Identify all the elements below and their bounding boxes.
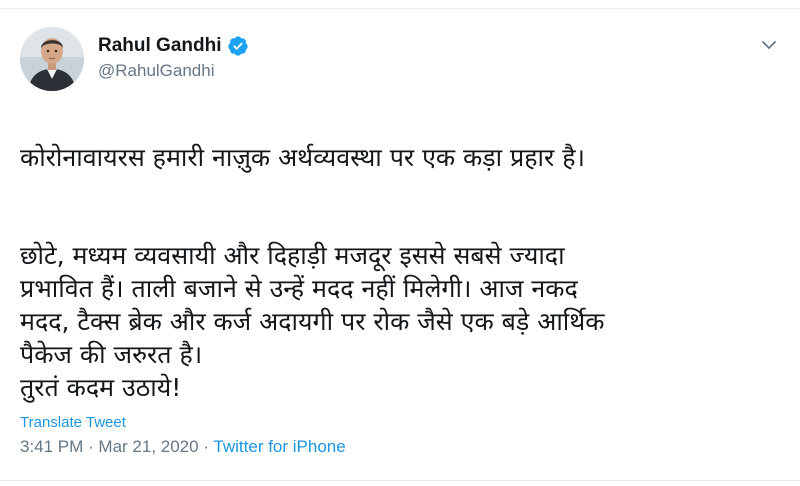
bottom-divider bbox=[0, 480, 800, 481]
avatar-image bbox=[20, 27, 84, 91]
tweet-metadata: 3:41 PM · Mar 21, 2020 · Twitter for iPh… bbox=[20, 437, 346, 457]
tweet-author: Rahul Gandhi @RahulGandhi bbox=[98, 33, 249, 81]
chevron-down-icon[interactable] bbox=[757, 33, 781, 57]
tweet-body: कोरोनावायरस हमारी नाज़ुक अर्थव्यवस्था पर… bbox=[20, 108, 780, 404]
author-display-name[interactable]: Rahul Gandhi bbox=[98, 35, 222, 57]
tweet-source-link[interactable]: Twitter for iPhone bbox=[213, 437, 345, 456]
tweet-paragraph: कोरोनावायरस हमारी नाज़ुक अर्थव्यवस्था पर… bbox=[20, 143, 585, 172]
name-row: Rahul Gandhi bbox=[98, 33, 249, 59]
verified-badge-icon bbox=[227, 35, 249, 57]
meta-separator: · bbox=[83, 437, 99, 456]
tweet-time[interactable]: 3:41 PM bbox=[20, 437, 83, 456]
tweet-date[interactable]: Mar 21, 2020 bbox=[98, 437, 198, 456]
avatar[interactable] bbox=[20, 27, 84, 91]
author-handle[interactable]: @RahulGandhi bbox=[98, 61, 249, 81]
tweet-card: Rahul Gandhi @RahulGandhi कोरोनावायरस हम… bbox=[0, 0, 800, 486]
tweet-paragraph: छोटे, मध्यम व्यवसायी और दिहाड़ी मजदूर इस… bbox=[20, 241, 605, 402]
translate-tweet-link[interactable]: Translate Tweet bbox=[20, 414, 126, 431]
meta-separator: · bbox=[198, 437, 214, 456]
